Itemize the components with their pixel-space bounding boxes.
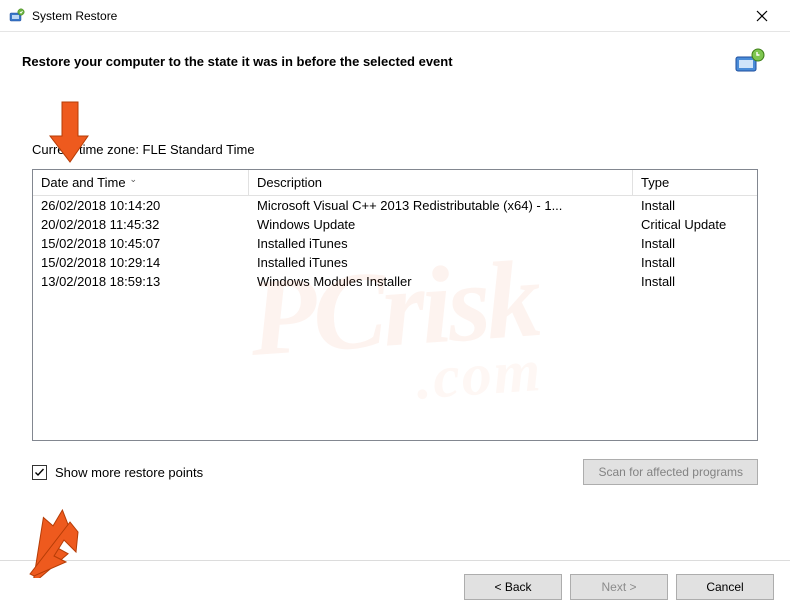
- table-row[interactable]: 15/02/2018 10:45:07Installed iTunesInsta…: [33, 234, 757, 253]
- table-row[interactable]: 26/02/2018 10:14:20Microsoft Visual C++ …: [33, 196, 757, 215]
- show-more-label: Show more restore points: [55, 465, 203, 480]
- column-description[interactable]: Description: [249, 170, 633, 195]
- checkmark-icon: [34, 467, 45, 478]
- cell-date: 20/02/2018 11:45:32: [33, 217, 249, 232]
- back-button[interactable]: < Back: [464, 574, 562, 600]
- cell-description: Microsoft Visual C++ 2013 Redistributabl…: [249, 198, 633, 213]
- titlebar: System Restore: [0, 0, 790, 32]
- column-type-label: Type: [641, 175, 669, 190]
- cell-type: Install: [633, 198, 757, 213]
- column-date[interactable]: Date and Time ⌄: [33, 170, 249, 195]
- button-strip: < Back Next > Cancel: [0, 560, 790, 612]
- sort-indicator-icon: ⌄: [130, 174, 138, 185]
- restore-icon: [732, 46, 768, 76]
- content-area: Current time zone: FLE Standard Time Dat…: [0, 82, 790, 485]
- scan-affected-button[interactable]: Scan for affected programs: [583, 459, 758, 485]
- column-desc-label: Description: [257, 175, 322, 190]
- timezone-label: Current time zone: FLE Standard Time: [32, 142, 758, 157]
- cell-type: Install: [633, 274, 757, 289]
- list-header: Date and Time ⌄ Description Type: [33, 170, 757, 196]
- list-body: 26/02/2018 10:14:20Microsoft Visual C++ …: [33, 196, 757, 291]
- next-button[interactable]: Next >: [570, 574, 668, 600]
- restore-point-list[interactable]: Date and Time ⌄ Description Type 26/02/2…: [32, 169, 758, 441]
- show-more-checkbox[interactable]: [32, 465, 47, 480]
- cell-type: Install: [633, 255, 757, 270]
- options-row: Show more restore points Scan for affect…: [32, 459, 758, 485]
- cancel-button[interactable]: Cancel: [676, 574, 774, 600]
- table-row[interactable]: 20/02/2018 11:45:32Windows UpdateCritica…: [33, 215, 757, 234]
- cell-description: Windows Modules Installer: [249, 274, 633, 289]
- header-row: Restore your computer to the state it wa…: [0, 32, 790, 82]
- close-button[interactable]: [742, 2, 782, 30]
- cell-type: Install: [633, 236, 757, 251]
- column-type[interactable]: Type: [633, 170, 757, 195]
- page-headline: Restore your computer to the state it wa…: [22, 54, 732, 69]
- cell-description: Installed iTunes: [249, 255, 633, 270]
- window-title: System Restore: [32, 9, 117, 23]
- cell-date: 13/02/2018 18:59:13: [33, 274, 249, 289]
- cell-description: Windows Update: [249, 217, 633, 232]
- app-icon: [8, 7, 26, 25]
- cell-date: 15/02/2018 10:29:14: [33, 255, 249, 270]
- cell-type: Critical Update: [633, 217, 757, 232]
- column-date-label: Date and Time: [41, 175, 126, 190]
- cell-description: Installed iTunes: [249, 236, 633, 251]
- cell-date: 26/02/2018 10:14:20: [33, 198, 249, 213]
- table-row[interactable]: 13/02/2018 18:59:13Windows Modules Insta…: [33, 272, 757, 291]
- table-row[interactable]: 15/02/2018 10:29:14Installed iTunesInsta…: [33, 253, 757, 272]
- cell-date: 15/02/2018 10:45:07: [33, 236, 249, 251]
